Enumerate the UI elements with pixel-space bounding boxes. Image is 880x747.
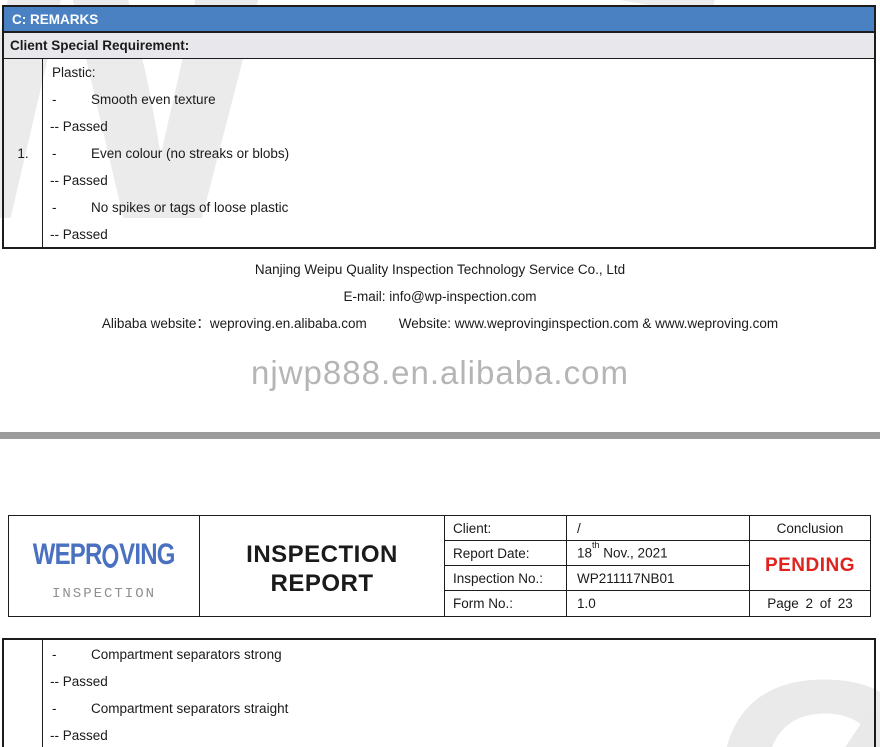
item-number-cell: 1.: [4, 59, 43, 247]
bullet-dash: -: [52, 146, 57, 161]
date-rest: Nov., 2021: [599, 545, 668, 561]
requirement-content-cell: Plastic: - Smooth even texture -- Passed …: [43, 59, 874, 247]
bullet-dash: -: [52, 200, 57, 215]
logo-subtitle: INSPECTION: [51, 586, 156, 602]
requirement-line: - Compartment separators strong: [43, 641, 874, 668]
field-label-text: Inspection No.:: [453, 570, 544, 586]
remarks-item-row: 1. Plastic: - Smooth even texture -- Pass…: [4, 59, 874, 247]
watermark-text: njwp888.en.alibaba.com: [251, 354, 629, 391]
requirement-text: Compartment separators straight: [91, 701, 289, 716]
date-ordinal: th: [592, 540, 600, 551]
bullet-dash: -: [52, 92, 57, 107]
client-special-requirement-label: Client Special Requirement:: [10, 38, 190, 53]
client-label: Client:: [445, 516, 567, 541]
report-title-cell: INSPECTION REPORT: [200, 516, 445, 616]
page-divider-bar: [0, 432, 880, 439]
requirement-text: No spikes or tags of loose plastic: [91, 200, 289, 215]
field-value-text: 1.0: [577, 596, 596, 611]
logo-cell: WEPR VING INSPECTION: [9, 516, 200, 616]
form-no-label: Form No.:: [445, 591, 567, 616]
field-label-text: Form No.:: [453, 596, 514, 611]
client-special-requirement-header: Client Special Requirement:: [4, 33, 874, 59]
page-indicator: Page 2 of 23: [750, 591, 870, 616]
conclusion-label-text: Conclusion: [776, 520, 844, 536]
requirement-line: - Even colour (no streaks or blobs): [43, 140, 874, 167]
form-no-value: 1.0: [567, 591, 750, 616]
result-text: -- Passed: [50, 674, 108, 689]
requirement-text: Compartment separators strong: [91, 647, 282, 662]
weproving-logo: WEPR VING: [33, 538, 176, 572]
report-date-value: 18th Nov., 2021: [567, 541, 750, 566]
result-text: -- Passed: [50, 728, 108, 743]
company-email: E-mail: info@wp-inspection.com: [343, 289, 537, 304]
inspection-no-label: Inspection No.:: [445, 566, 567, 591]
requirement-text: Plastic:: [52, 65, 96, 80]
logo-text-left: WEPR: [33, 538, 103, 571]
requirement-line: - Smooth even texture: [43, 86, 874, 113]
logo-o-ring-icon: [102, 544, 119, 568]
alibaba-website: Alibaba website：weproving.en.alibaba.com: [101, 316, 367, 331]
requirement-text: Smooth even texture: [91, 92, 216, 107]
page-indicator-text: Page 2 of 23: [767, 596, 853, 611]
logo-text-right: VING: [119, 538, 175, 571]
company-website: Website: www.weprovinginspection.com & w…: [398, 316, 779, 331]
inspection-no-value: WP211117NB01: [567, 566, 750, 591]
bullet-dash: -: [52, 701, 57, 716]
item-number-cell: [4, 640, 43, 747]
report-header-table: WEPR VING INSPECTION INSPECTION REPORT Cl…: [8, 515, 871, 617]
result-text: -- Passed: [50, 227, 108, 242]
client-value: /: [567, 516, 750, 541]
remarks-section-header: C: REMARKS: [4, 7, 874, 33]
requirement-line: Plastic:: [43, 59, 874, 86]
result-line: -- Passed: [43, 167, 874, 194]
conclusion-header: Conclusion: [750, 516, 870, 541]
field-label-text: Client:: [453, 520, 492, 536]
field-value-text: WP211117NB01: [577, 570, 675, 586]
company-footer: Nanjing Weipu Quality Inspection Technol…: [0, 256, 880, 337]
result-line: -- Passed: [43, 221, 874, 248]
inspection-report-page: W C njwp888.en.alibaba.com C: REMARKS Cl…: [0, 0, 880, 747]
date-day: 18: [577, 545, 593, 561]
bullet-dash: -: [52, 647, 57, 662]
company-websites: Alibaba website：weproving.en.alibaba.com…: [0, 310, 880, 337]
result-text: -- Passed: [50, 119, 108, 134]
report-title-line2: REPORT: [270, 569, 374, 597]
field-value-text: 18th Nov., 2021: [577, 541, 668, 561]
remarks-section: C: REMARKS Client Special Requirement: 1…: [2, 5, 876, 249]
requirement-line: - Compartment separators straight: [43, 695, 874, 722]
result-line: -- Passed: [43, 722, 874, 747]
result-line: -- Passed: [43, 668, 874, 695]
company-name: Nanjing Weipu Quality Inspection Technol…: [254, 262, 626, 277]
report-title-line1: INSPECTION: [246, 540, 398, 568]
item-number: 1.: [17, 145, 29, 161]
report-date-label: Report Date:: [445, 541, 567, 566]
field-value-text: /: [577, 520, 581, 536]
result-text: -- Passed: [50, 173, 108, 188]
result-line: -- Passed: [43, 113, 874, 140]
requirement-text: Even colour (no streaks or blobs): [91, 146, 290, 161]
conclusion-status-text: PENDING: [764, 554, 856, 576]
remarks-continuation-table: - Compartment separators strong -- Passed…: [2, 638, 876, 747]
requirement-line: - No spikes or tags of loose plastic: [43, 194, 874, 221]
requirement-content-cell: - Compartment separators strong -- Passed…: [43, 640, 874, 747]
field-label-text: Report Date:: [453, 545, 530, 561]
conclusion-status: PENDING: [750, 541, 870, 591]
remarks-section-title: C: REMARKS: [12, 11, 99, 27]
